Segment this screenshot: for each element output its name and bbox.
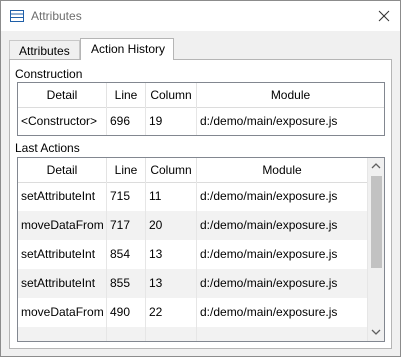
column-header-column[interactable]: Column (146, 83, 197, 107)
cell-module: d:/demo/main/exposure.js (200, 305, 338, 319)
cell-detail: setAttributeInt (18, 182, 107, 211)
title-bar[interactable]: Attributes (1, 1, 400, 31)
cell-column: 22 (146, 298, 197, 327)
construction-label: Construction (15, 67, 83, 81)
vertical-scrollbar[interactable] (367, 158, 384, 341)
tab-attributes[interactable]: Attributes (9, 40, 80, 60)
tab-action-history[interactable]: Action History (80, 38, 174, 60)
column-header-detail[interactable]: Detail (18, 83, 107, 107)
scroll-thumb[interactable] (371, 176, 382, 268)
cell-detail-partial (18, 327, 107, 341)
table-row[interactable]: moveDataFrom 717 20 d:/demo/main/exposur… (18, 211, 367, 240)
cell-module: d:/demo/main/exposure.js (200, 218, 338, 232)
table-row[interactable]: moveDataFrom 490 22 d:/demo/main/exposur… (18, 298, 367, 327)
cell-line: 717 (107, 211, 146, 240)
table-row[interactable]: setAttributeInt 715 11 d:/demo/main/expo… (18, 182, 367, 211)
close-button[interactable] (371, 3, 397, 29)
cell-column: 19 (146, 107, 197, 135)
column-header-detail[interactable]: Detail (18, 158, 107, 182)
cell-module: d:/demo/main/exposure.js (200, 189, 338, 203)
cell-detail: setAttributeInt (18, 269, 107, 298)
table-row[interactable]: setAttributeInt 854 13 d:/demo/main/expo… (18, 240, 367, 269)
last-actions-table-header: Detail Line Column Module (18, 158, 367, 183)
column-header-module[interactable]: Module (197, 83, 384, 107)
cell-line: 855 (107, 269, 146, 298)
list-icon (10, 10, 24, 22)
cell-module: d:/demo/main/exposure.js (200, 114, 338, 128)
window-title: Attributes (31, 9, 82, 23)
cell-column: 11 (146, 182, 197, 211)
cell-line: 490 (107, 298, 146, 327)
action-history-panel: Construction Detail Line Column Module <… (9, 59, 392, 349)
cell-column: 13 (146, 269, 197, 298)
scroll-up-button[interactable] (368, 158, 384, 174)
cell-module: d:/demo/main/exposure.js (200, 276, 338, 290)
cell-column-partial (146, 327, 197, 341)
column-header-line[interactable]: Line (107, 83, 146, 107)
cell-column: 20 (146, 211, 197, 240)
scroll-down-button[interactable] (368, 324, 384, 340)
cell-module: d:/demo/main/exposure.js (200, 247, 338, 261)
table-row[interactable]: <Constructor> 696 19 d:/demo/main/exposu… (18, 107, 384, 135)
cell-line-partial (107, 327, 146, 341)
cell-detail: setAttributeInt (18, 240, 107, 269)
cell-detail: <Constructor> (18, 107, 107, 135)
table-row[interactable]: setAttributeInt 855 13 d:/demo/main/expo… (18, 269, 367, 298)
construction-table-header: Detail Line Column Module (18, 83, 384, 108)
chevron-down-icon (371, 329, 381, 335)
last-actions-label: Last Actions (15, 141, 80, 155)
column-header-column[interactable]: Column (146, 158, 197, 182)
cell-line: 715 (107, 182, 146, 211)
construction-table: Detail Line Column Module <Constructor> … (17, 82, 385, 136)
tab-attributes-label: Attributes (19, 44, 70, 58)
table-row-partial[interactable] (18, 327, 367, 341)
column-header-module[interactable]: Module (197, 158, 367, 182)
column-header-line[interactable]: Line (107, 158, 146, 182)
close-icon (378, 10, 390, 22)
cell-line: 696 (107, 107, 146, 135)
attributes-window: Attributes Attributes Action History Con… (0, 0, 401, 357)
cell-detail: moveDataFrom (18, 211, 107, 240)
tab-strip: Attributes Action History (9, 38, 389, 60)
tab-action-history-label: Action History (91, 42, 166, 56)
cell-column: 13 (146, 240, 197, 269)
cell-line: 854 (107, 240, 146, 269)
chevron-up-icon (371, 163, 381, 169)
cell-detail: moveDataFrom (18, 298, 107, 327)
last-actions-table: Detail Line Column Module setAttributeIn… (17, 157, 385, 342)
